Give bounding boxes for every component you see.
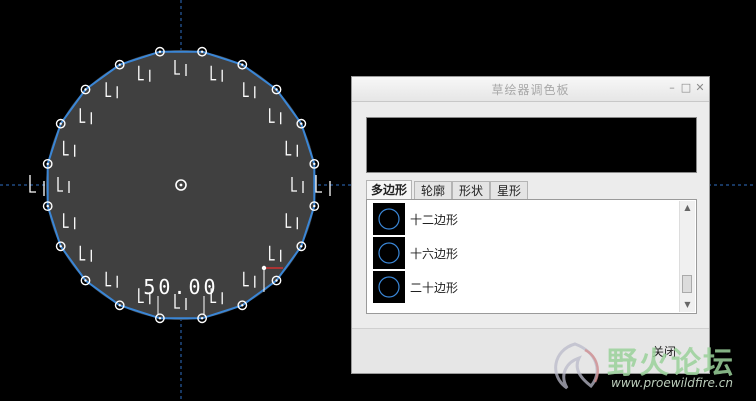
- circle-icon: [373, 237, 405, 269]
- list-item-label: 二十边形: [410, 281, 459, 295]
- list-item-label: 十六边形: [410, 247, 459, 261]
- list-item-hexadecagon[interactable]: 十六边形: [373, 237, 673, 269]
- vertex-dot: [300, 245, 303, 248]
- scrollbar-thumb[interactable]: [682, 275, 692, 293]
- tab-profile[interactable]: 轮廓: [414, 181, 452, 199]
- forum-watermark: 野火论坛 www.proewildfire.cn: [545, 336, 755, 398]
- scroll-up-icon[interactable]: ▲: [680, 201, 695, 215]
- watermark-url: www.proewildfire.cn: [611, 376, 733, 390]
- vertex-dot: [118, 304, 121, 307]
- vertex-dot: [275, 279, 278, 282]
- maximize-icon[interactable]: □: [680, 82, 692, 94]
- vertex-dot: [59, 245, 62, 248]
- vertex-dot: [84, 279, 87, 282]
- palette-titlebar[interactable]: 草绘器调色板 – □ ✕: [352, 77, 709, 102]
- minimize-icon[interactable]: –: [666, 82, 678, 94]
- vertex-dot: [200, 50, 204, 53]
- diameter-dimension[interactable]: 50.00: [143, 275, 218, 299]
- vertex-dot: [300, 122, 303, 125]
- list-item-icosagon[interactable]: 二十边形: [373, 271, 673, 303]
- list-item-label: 十二边形: [410, 213, 459, 227]
- tab-polygon[interactable]: 多边形: [366, 180, 412, 200]
- tab-shape[interactable]: 形状: [452, 181, 490, 199]
- tab-star[interactable]: 星形: [490, 181, 528, 199]
- vertex-dot: [241, 304, 244, 307]
- flame-logo-icon: [554, 342, 599, 390]
- vertex-dot: [158, 50, 162, 53]
- list-scrollbar[interactable]: ▲ ▼: [679, 201, 695, 312]
- shape-preview: [366, 117, 697, 173]
- vertex-dot: [46, 162, 49, 166]
- close-icon[interactable]: ✕: [694, 82, 706, 94]
- vertex-dot: [241, 63, 244, 66]
- vertex-dot: [59, 122, 62, 125]
- shape-list[interactable]: 十二边形 十六边形 二十边形 ▲ ▼: [366, 199, 697, 314]
- palette-title: 草绘器调色板: [491, 83, 570, 97]
- vertex-dot: [158, 317, 162, 320]
- vertex-dot: [313, 162, 316, 166]
- vertex-dot: [275, 88, 278, 91]
- sketcher-palette-window[interactable]: 草绘器调色板 – □ ✕ 多边形 轮廓 形状 星形 十二边形 十六边形 二十边形: [351, 76, 710, 374]
- list-item-dodecagon[interactable]: 十二边形: [373, 203, 673, 235]
- vertex-dot: [313, 204, 316, 208]
- scroll-down-icon[interactable]: ▼: [680, 298, 695, 312]
- circle-icon: [373, 271, 405, 303]
- vertex-dot: [118, 63, 121, 66]
- vertex-dot: [46, 204, 49, 208]
- center-dot: [179, 183, 183, 187]
- vertex-dot: [84, 88, 87, 91]
- vertex-dot: [200, 317, 204, 320]
- circle-icon: [373, 203, 405, 235]
